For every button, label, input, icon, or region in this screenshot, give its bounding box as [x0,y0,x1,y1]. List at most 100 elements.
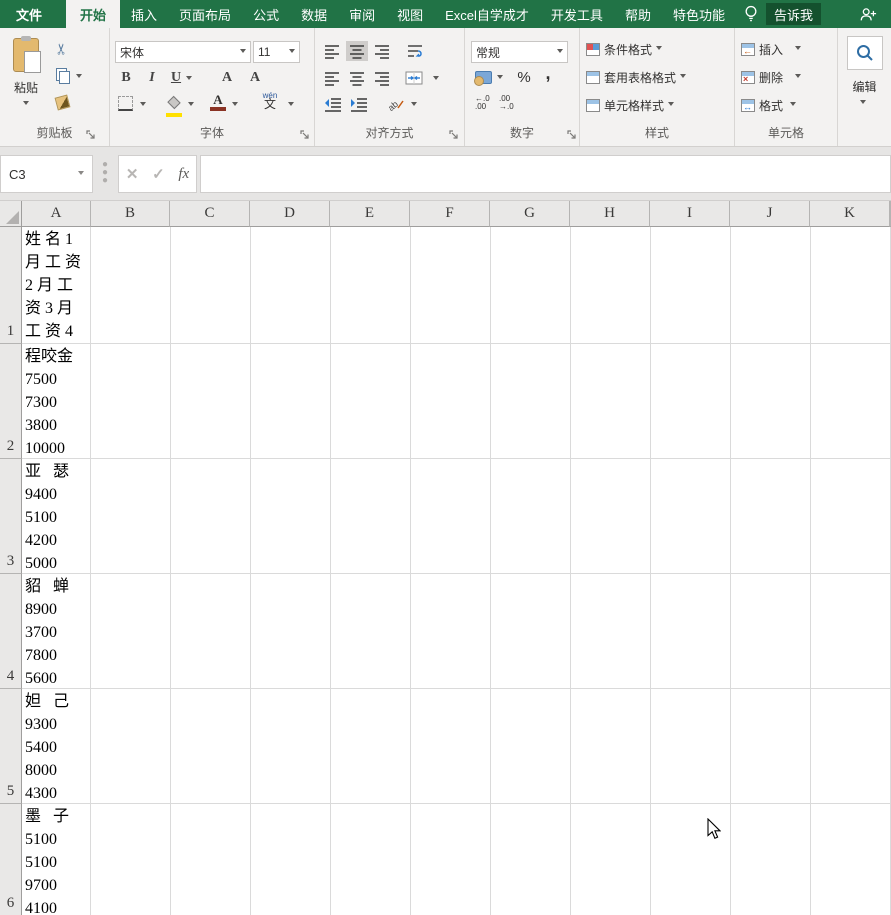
cell-a6[interactable]: 墨 子 5100 5100 9700 4100 [22,804,91,915]
clipboard-dialog-launcher[interactable] [86,130,96,140]
orientation-dropdown-arrow[interactable] [411,102,417,109]
bold-button[interactable]: B [118,68,134,88]
borders-icon[interactable] [118,96,133,111]
decrease-indent-button[interactable] [321,94,345,114]
row-6-empty-cells[interactable] [91,804,891,915]
insert-cells-button[interactable]: 插入 [741,41,802,58]
tab-home[interactable]: 开始 [66,0,121,28]
conditional-formatting-button[interactable]: 条件格式 [586,41,663,58]
paste-button[interactable]: 粘贴 [6,36,46,114]
align-right-button[interactable] [371,68,393,88]
name-box[interactable]: C3 [0,155,93,193]
cell-a2[interactable]: 程咬金 7500 7300 3800 10000 [22,344,91,459]
currency-button[interactable] [473,68,493,86]
align-top-button[interactable] [321,41,343,61]
tab-file[interactable]: 文件 [0,0,59,28]
increase-decimal-button[interactable]: ←.0 .00 [475,95,490,111]
tab-help[interactable]: 帮助 [614,0,662,28]
font-color-dropdown-arrow[interactable] [232,102,238,109]
row-4-empty-cells[interactable] [91,574,891,689]
tab-special-features[interactable]: 特色功能 [662,0,736,28]
editing-dropdown-arrow[interactable] [860,100,866,107]
formula-input[interactable] [200,155,891,193]
column-header-a[interactable]: A [22,201,91,227]
merge-center-button[interactable] [401,68,427,88]
row-header-4[interactable]: 4 [0,574,22,689]
row-5-empty-cells[interactable] [91,689,891,804]
row-header-5[interactable]: 5 [0,689,22,804]
wrap-text-button[interactable] [403,41,427,61]
fill-color-button[interactable] [166,94,182,117]
cell-a3[interactable]: 亚 瑟 9400 5100 4200 5000 [22,459,91,574]
currency-dropdown-arrow[interactable] [497,75,503,82]
tab-excel-self-study[interactable]: Excel自学成才 [434,0,540,28]
percent-style-button[interactable]: % [515,68,533,86]
tab-view[interactable]: 视图 [386,0,434,28]
font-size-dropdown-arrow[interactable] [289,48,295,56]
lightbulb-icon[interactable] [736,0,766,28]
borders-dropdown-arrow[interactable] [140,102,146,109]
column-header-k[interactable]: K [810,201,890,227]
row-header-6[interactable]: 6 [0,804,22,915]
font-dialog-launcher[interactable] [300,130,310,140]
increase-font-button[interactable]: A [222,70,232,86]
row-header-2[interactable]: 2 [0,344,22,459]
decrease-decimal-button[interactable]: .00 →.0 [499,95,514,111]
tab-insert[interactable]: 插入 [120,0,168,28]
name-box-dropdown-arrow[interactable] [78,170,84,178]
align-middle-button[interactable] [346,41,368,61]
merge-dropdown-arrow[interactable] [433,76,439,83]
underline-dropdown-arrow[interactable] [186,76,192,83]
person-add-icon[interactable] [851,0,891,28]
find-select-button[interactable] [847,36,883,70]
tab-formulas[interactable]: 公式 [242,0,290,28]
format-cells-button[interactable]: 格式 [741,97,797,114]
column-header-b[interactable]: B [91,201,170,227]
insert-function-icon[interactable]: fx [178,166,189,183]
column-header-f[interactable]: F [410,201,490,227]
cell-a4[interactable]: 貂 蝉 8900 3700 7800 5600 [22,574,91,689]
font-color-button[interactable]: A [210,93,226,111]
font-name-dropdown-arrow[interactable] [240,48,246,56]
paste-dropdown-arrow[interactable] [23,101,29,108]
row-3-empty-cells[interactable] [91,459,891,574]
tab-page-layout[interactable]: 页面布局 [168,0,242,28]
increase-indent-button[interactable] [347,94,371,114]
alignment-dialog-launcher[interactable] [449,130,459,140]
row-header-3[interactable]: 3 [0,459,22,574]
decrease-font-button[interactable]: A [250,70,260,86]
column-header-e[interactable]: E [330,201,410,227]
copy-icon[interactable] [56,68,70,84]
select-all-button[interactable] [0,201,22,227]
phonetic-guide-button[interactable]: wén 文 [260,92,280,111]
column-header-h[interactable]: H [570,201,650,227]
column-header-c[interactable]: C [170,201,250,227]
tab-data[interactable]: 数据 [290,0,338,28]
phonetic-dropdown-arrow[interactable] [288,102,294,109]
cell-a5[interactable]: 妲 己 9300 5400 8000 4300 [22,689,91,804]
font-name-combo[interactable]: 宋体 [115,41,251,63]
comma-style-button[interactable]: , [541,63,555,83]
delete-cells-button[interactable]: 删除 [741,69,802,86]
column-header-i[interactable]: I [650,201,730,227]
formula-bar-resize-handle[interactable]: ● ● ● [101,160,109,187]
cut-scissors-icon[interactable]: ✂ [52,43,70,56]
align-center-button[interactable] [346,68,368,88]
fill-color-dropdown-arrow[interactable] [188,102,194,109]
number-format-dropdown-arrow[interactable] [557,48,563,56]
tab-developer[interactable]: 开发工具 [540,0,614,28]
italic-button[interactable]: I [144,68,160,88]
copy-dropdown-arrow[interactable] [76,74,82,81]
column-header-d[interactable]: D [250,201,330,227]
font-size-combo[interactable]: 11 [253,41,300,63]
enter-icon[interactable]: ✓ [152,165,165,183]
underline-button[interactable]: U [168,68,184,88]
column-header-j[interactable]: J [730,201,810,227]
row-1-empty-cells[interactable] [91,227,891,344]
tab-review[interactable]: 审阅 [338,0,386,28]
number-format-combo[interactable]: 常规 [471,41,568,63]
align-left-button[interactable] [321,68,343,88]
row-header-1[interactable]: 1 [0,227,22,344]
tab-tell-me[interactable]: 告诉我 [765,3,821,25]
column-header-g[interactable]: G [490,201,570,227]
